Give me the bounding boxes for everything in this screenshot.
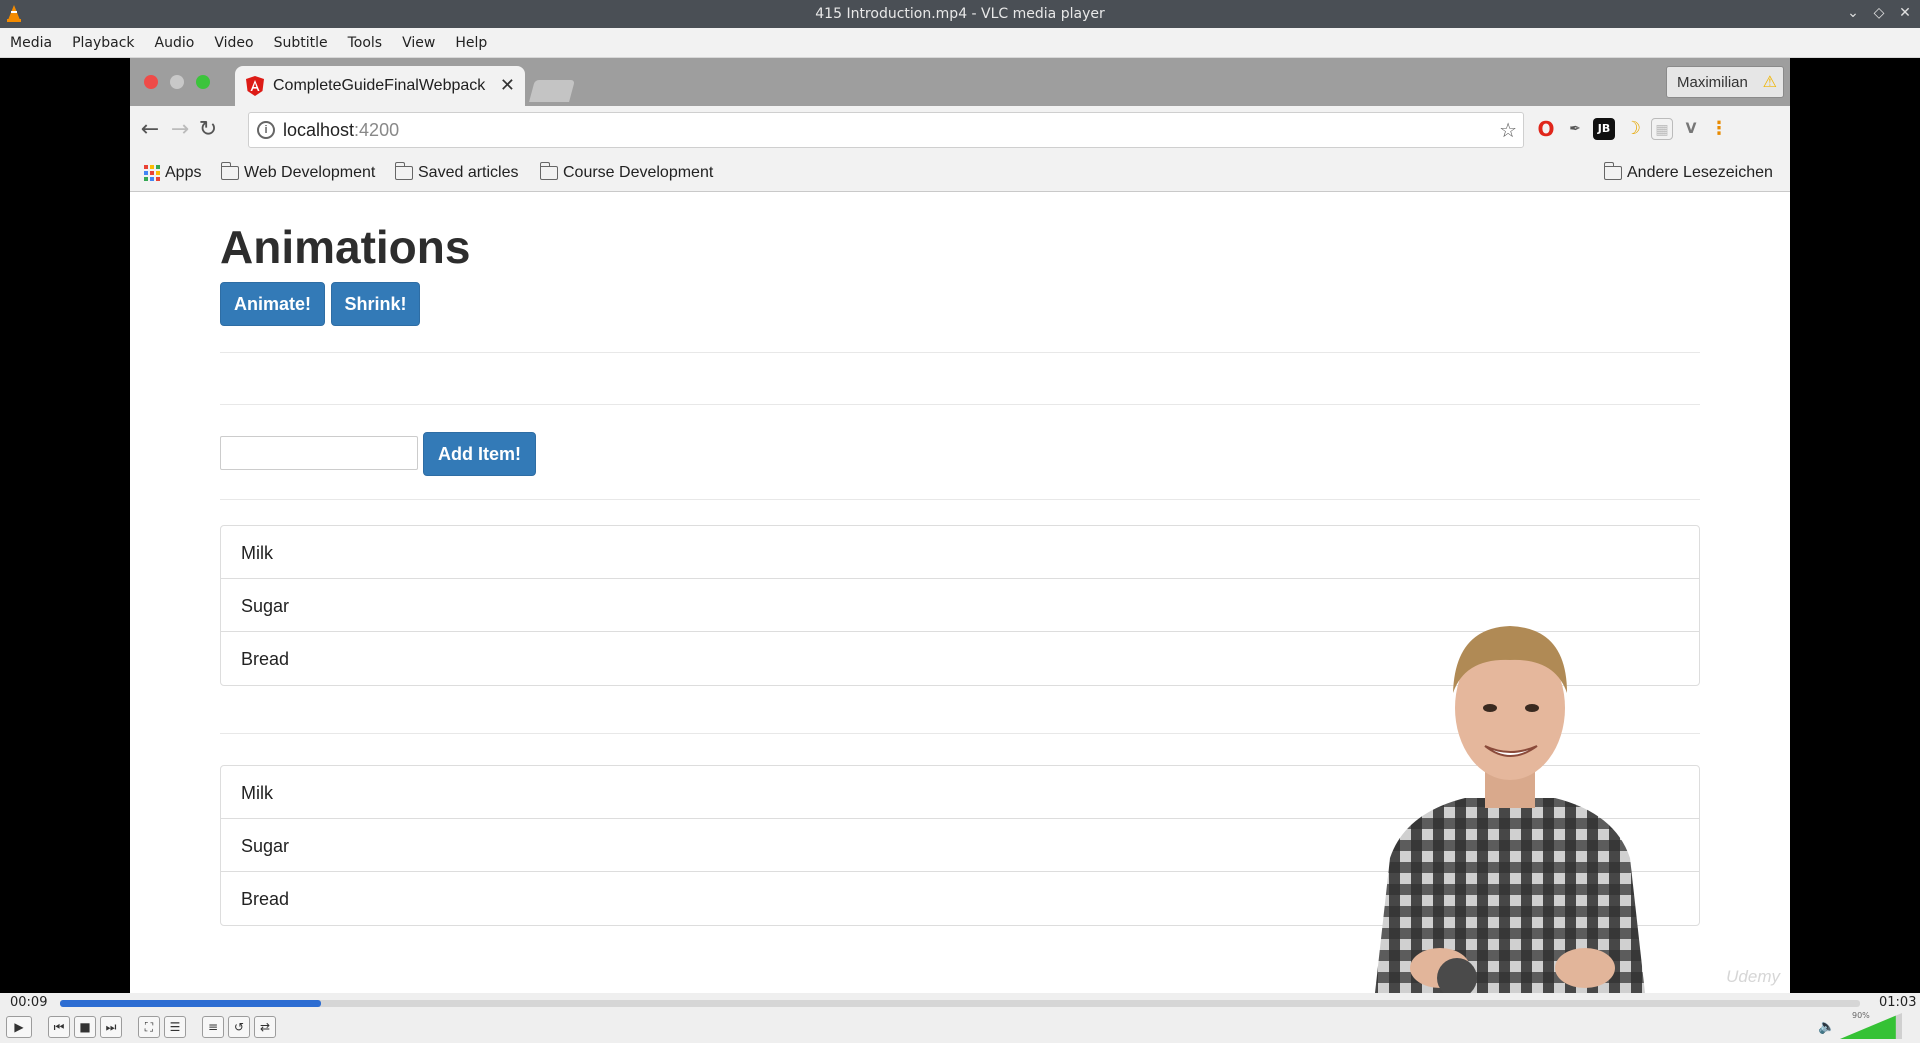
url-host: localhost xyxy=(283,120,355,140)
menu-tools[interactable]: Tools xyxy=(338,35,393,51)
bookmarks-bar: Apps Web Development Saved articles Cour… xyxy=(130,154,1790,192)
vlc-titlebar: 415 Introduction.mp4 - VLC media player … xyxy=(0,0,1920,28)
menu-view[interactable]: View xyxy=(392,35,445,51)
seek-progress xyxy=(60,1000,321,1007)
presenter-video-overlay xyxy=(1375,626,1645,993)
tab-close-icon: ✕ xyxy=(499,75,515,95)
menu-help[interactable]: Help xyxy=(445,35,497,51)
jetbrains-extension-icon: JB xyxy=(1593,118,1615,140)
item-input xyxy=(220,436,418,470)
bookmark-web-development: Web Development xyxy=(220,162,376,182)
divider xyxy=(220,499,1700,500)
fullscreen-button[interactable]: ⛶ xyxy=(138,1016,160,1038)
folder-icon xyxy=(539,162,558,180)
bookmark-label: Saved articles xyxy=(418,164,519,181)
url-text: localhost:4200 xyxy=(283,120,399,141)
minimize-button[interactable]: ⌄ xyxy=(1844,4,1862,22)
bookmark-apps: Apps xyxy=(144,164,201,182)
window-title: 415 Introduction.mp4 - VLC media player xyxy=(815,6,1105,22)
browser-toolbar: ← → ↻ i localhost:4200 ☆ O ✒ JB ☽ ▦ V ⋮ xyxy=(130,106,1790,154)
time-elapsed: 00:09 xyxy=(10,995,48,1010)
loop-button[interactable]: ↺ xyxy=(228,1016,250,1038)
playlist-button[interactable]: ≡ xyxy=(202,1016,224,1038)
angular-icon xyxy=(246,76,264,96)
bookmark-apps-label: Apps xyxy=(165,164,202,181)
folder-icon xyxy=(220,162,239,180)
traffic-light-maximize xyxy=(196,75,210,89)
shrink-button: Shrink! xyxy=(331,282,420,326)
bookmark-other: Andere Lesezeichen xyxy=(1603,162,1773,182)
extended-settings-button[interactable]: ☰ xyxy=(164,1016,186,1038)
shuffle-button[interactable]: ⇄ xyxy=(254,1016,276,1038)
vlc-controls: 00:09 01:03 ▶ ⏮ ■ ⏭ ⛶ ☰ ≡ ↺ ⇄ 🔈 90% xyxy=(0,993,1920,1043)
address-bar: i localhost:4200 ☆ xyxy=(248,112,1524,148)
browser-tab: CompleteGuideFinalWebpack ✕ xyxy=(235,66,525,106)
browser-tab-strip: CompleteGuideFinalWebpack ✕ Maximilian ⚠ xyxy=(130,58,1790,106)
chrome-menu-icon: ⋮ xyxy=(1710,118,1728,139)
bookmark-label: Web Development xyxy=(244,164,376,181)
profile-name: Maximilian xyxy=(1677,74,1748,91)
apps-grid-icon xyxy=(144,165,160,181)
qr-extension-icon: ▦ xyxy=(1651,118,1673,140)
speaker-icon[interactable]: 🔈 xyxy=(1818,1019,1835,1035)
tab-title: CompleteGuideFinalWebpack xyxy=(273,77,486,94)
list-item: Milk xyxy=(221,526,1699,579)
menu-video[interactable]: Video xyxy=(204,35,263,51)
reload-icon: ↻ xyxy=(198,117,218,142)
opera-extension-icon: O xyxy=(1537,117,1555,141)
info-icon: i xyxy=(257,121,275,139)
folder-icon xyxy=(1603,162,1622,180)
bookmark-saved-articles: Saved articles xyxy=(394,162,519,182)
back-icon: ← xyxy=(140,117,160,142)
menu-subtitle[interactable]: Subtitle xyxy=(264,35,338,51)
forward-icon: → xyxy=(170,117,190,142)
url-port: :4200 xyxy=(354,120,400,140)
folder-icon xyxy=(394,162,413,180)
video-area[interactable]: CompleteGuideFinalWebpack ✕ Maximilian ⚠… xyxy=(0,58,1920,993)
volume-slider[interactable] xyxy=(1840,1013,1902,1039)
play-button[interactable]: ▶ xyxy=(6,1016,32,1038)
time-total: 01:03 xyxy=(1879,995,1917,1010)
udemy-watermark: Udemy xyxy=(1726,967,1780,986)
next-button[interactable]: ⏭ xyxy=(100,1016,122,1038)
menu-audio[interactable]: Audio xyxy=(145,35,205,51)
menu-media[interactable]: Media xyxy=(0,35,62,51)
new-tab-button xyxy=(529,80,575,102)
maximize-button[interactable]: ◇ xyxy=(1870,4,1888,22)
moon-extension-icon: ☽ xyxy=(1624,118,1642,139)
page-heading: Animations xyxy=(220,221,471,273)
menu-playback[interactable]: Playback xyxy=(62,35,144,51)
bookmark-label: Course Development xyxy=(563,164,714,181)
profile-button: Maximilian ⚠ xyxy=(1666,66,1784,98)
warning-icon: ⚠ xyxy=(1762,74,1777,91)
vlc-menubar: Media Playback Audio Video Subtitle Tool… xyxy=(0,28,1920,58)
bookmark-course-development: Course Development xyxy=(539,162,714,182)
traffic-light-minimize xyxy=(170,75,184,89)
add-item-button: Add Item! xyxy=(423,432,536,476)
traffic-light-close xyxy=(144,75,158,89)
close-button[interactable]: ✕ xyxy=(1896,4,1914,22)
animate-button: Animate! xyxy=(220,282,325,326)
previous-button[interactable]: ⏮ xyxy=(48,1016,70,1038)
divider xyxy=(220,404,1700,405)
seek-slider[interactable] xyxy=(60,1000,1860,1007)
vue-extension-icon: V xyxy=(1685,121,1697,137)
stop-button[interactable]: ■ xyxy=(74,1016,96,1038)
divider xyxy=(220,352,1700,353)
eyedropper-extension-icon: ✒ xyxy=(1569,121,1581,137)
video-frame: CompleteGuideFinalWebpack ✕ Maximilian ⚠… xyxy=(130,58,1790,993)
bookmark-star-icon: ☆ xyxy=(1499,120,1517,142)
bookmark-label: Andere Lesezeichen xyxy=(1627,164,1773,181)
